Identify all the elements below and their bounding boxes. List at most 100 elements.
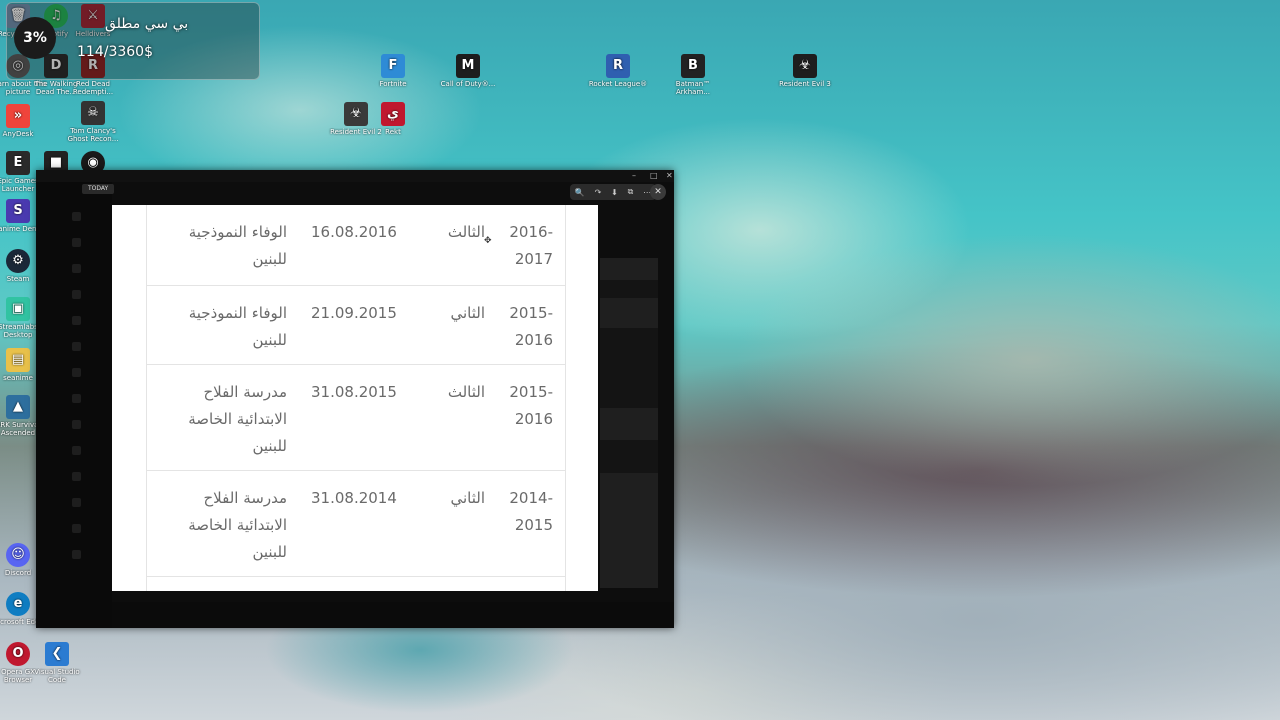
cell-date: 16.08.2016 — [311, 223, 397, 241]
desktop-icon-rekt[interactable]: ي Rekt — [362, 102, 424, 145]
ghost-recon-icon: ☠ — [81, 101, 105, 125]
school-records-table: -2016 2017 الثالث 16.08.2016 الوفاء النم… — [146, 205, 566, 591]
overlay-title: بي سي مطلق — [105, 16, 189, 32]
table-row: -2014 2015 الثاني 31.08.2014 مدرسة الفلا… — [147, 471, 565, 577]
year-start: -2014 — [509, 489, 553, 507]
cell-term: الثالث — [447, 383, 485, 401]
app-sidebar — [36, 182, 112, 628]
chat-block — [600, 408, 658, 440]
cell-school: الوفاء النموذجية للبنين — [188, 223, 287, 268]
desktop-icon-label: Rocket League® — [588, 80, 648, 88]
image-viewer-toolbar: 🔍 ↷ ⬇ ⧉ ⋯ — [570, 184, 656, 200]
cell-school: مدرسة الفلاح الابتدائية الخاصة للبنين — [188, 489, 287, 561]
cell-year: -2015 2016 — [499, 379, 553, 433]
vscode-icon: ❮ — [45, 642, 69, 666]
desktop-icon-label: Fortnite — [379, 80, 407, 88]
window-bottom-bar — [112, 602, 674, 628]
desktop-icon-label: Rekt — [385, 128, 401, 136]
rotate-icon[interactable]: ↷ — [595, 188, 602, 197]
tab-today[interactable]: TODAY — [82, 184, 115, 194]
document-image: -2016 2017 الثالث 16.08.2016 الوفاء النم… — [112, 205, 598, 591]
desktop-icon-anydesk[interactable]: » AnyDesk — [0, 104, 49, 147]
table-row: -2016 2017 الثالث 16.08.2016 الوفاء النم… — [147, 205, 565, 286]
year-end: 2017 — [514, 250, 553, 268]
discord-icon: ☺ — [6, 543, 30, 567]
cell-date: 31.08.2014 — [311, 489, 397, 507]
minimize-button[interactable]: – — [632, 171, 636, 181]
year-end: 2016 — [514, 331, 553, 349]
ark-icon: ▲ — [6, 395, 30, 419]
sidebar-item[interactable] — [72, 524, 81, 533]
steam-icon: ⚙ — [6, 249, 30, 273]
desktop-icon-label: Red Dead Redempti... — [72, 80, 114, 96]
desktop-icon-fortnite[interactable]: F Fortnite — [362, 54, 424, 97]
chat-block — [600, 473, 658, 588]
sidebar-item[interactable] — [72, 394, 81, 403]
desktop-icon-call-of-duty[interactable]: M Call of Duty®... — [437, 54, 499, 97]
table-row: -2015 2016 الثاني 21.09.2015 الوفاء النم… — [147, 286, 565, 365]
folder-icon: ▤ — [6, 348, 30, 372]
call-of-duty-icon: M — [456, 54, 480, 78]
year-end: 2016 — [514, 410, 553, 428]
desktop-icon-rocket-league[interactable]: R Rocket League® — [587, 54, 649, 97]
cell-school: الوفاء النموذجية للبنين — [188, 304, 287, 349]
chat-panel — [600, 258, 658, 588]
cell-term: الثاني — [450, 489, 485, 507]
desktop-icon-batman[interactable]: B Batman™ Arkham... — [662, 54, 724, 97]
sidebar-item[interactable] — [72, 238, 81, 247]
open-external-icon[interactable]: ⧉ — [628, 187, 634, 197]
window-titlebar[interactable]: – □ ✕ — [36, 170, 674, 182]
year-start: -2016 — [509, 223, 553, 241]
desktop-icon-label: AnyDesk — [2, 130, 34, 138]
sidebar-item[interactable] — [72, 550, 81, 559]
overlay-goal-count: 114/3360$ — [77, 44, 153, 60]
desktop-icon-label: Resident Evil 3 — [779, 80, 831, 88]
cell-term: الثالث — [447, 223, 485, 241]
cell-date: 21.09.2015 — [311, 304, 397, 322]
sidebar-item[interactable] — [72, 342, 81, 351]
sidebar-item[interactable] — [72, 446, 81, 455]
desktop-icon-label: Visual Studio Code — [34, 668, 80, 684]
sidebar-item[interactable] — [72, 368, 81, 377]
year-start: -2015 — [509, 304, 553, 322]
rekt-icon: ي — [381, 102, 405, 126]
desktop-icon-label: Batman™ Arkham... — [675, 80, 711, 96]
viewer-close-button[interactable]: ✕ — [650, 184, 666, 200]
move-cursor-icon: ✥ — [484, 236, 492, 246]
cell-term: الثاني — [450, 304, 485, 322]
cell-year: -2014 2015 — [499, 485, 553, 539]
sidebar-item[interactable] — [72, 316, 81, 325]
cell-year: -2015 2016 — [499, 300, 553, 354]
sidebar-item[interactable] — [72, 290, 81, 299]
goal-percent-badge: 3% — [14, 17, 56, 59]
cell-year: -2016 2017 — [499, 219, 553, 273]
maximize-button[interactable]: □ — [650, 171, 658, 181]
sidebar-item[interactable] — [72, 264, 81, 273]
anydesk-icon: » — [6, 104, 30, 128]
resident-evil-3-icon: ☣ — [793, 54, 817, 78]
year-end: 2015 — [514, 516, 553, 534]
zoom-icon[interactable]: 🔍 — [575, 188, 585, 197]
sidebar-item[interactable] — [72, 472, 81, 481]
desktop-icon-label: Call of Duty®... — [440, 80, 496, 88]
sidebar-item[interactable] — [72, 212, 81, 221]
edge-icon: e — [6, 592, 30, 616]
cell-school: مدرسة الفلاح الابتدائية الخاصة للبنين — [188, 383, 287, 455]
batman-icon: B — [681, 54, 705, 78]
desktop-icon-vscode[interactable]: ❮ Visual Studio Code — [26, 642, 88, 685]
chat-block — [600, 298, 658, 328]
window-close-button[interactable]: ✕ — [666, 171, 673, 181]
table-row: -2015 2016 الثالث 31.08.2015 مدرسة الفلا… — [147, 365, 565, 471]
sidebar-item[interactable] — [72, 420, 81, 429]
table-row — [147, 577, 565, 591]
download-icon[interactable]: ⬇ — [611, 188, 618, 197]
year-start: -2015 — [509, 383, 553, 401]
rocket-league-icon: R — [606, 54, 630, 78]
seanime-denshi-icon: S — [6, 199, 30, 223]
fortnite-icon: F — [381, 54, 405, 78]
sidebar-item[interactable] — [72, 498, 81, 507]
desktop-icon-ghost-recon[interactable]: ☠ Tom Clancy's Ghost Recon... — [62, 101, 124, 144]
desktop-icon-label: Tom Clancy's Ghost Recon... — [67, 127, 119, 143]
cell-date: 31.08.2015 — [311, 383, 397, 401]
desktop-icon-resident-evil-3[interactable]: ☣ Resident Evil 3 — [774, 54, 836, 97]
